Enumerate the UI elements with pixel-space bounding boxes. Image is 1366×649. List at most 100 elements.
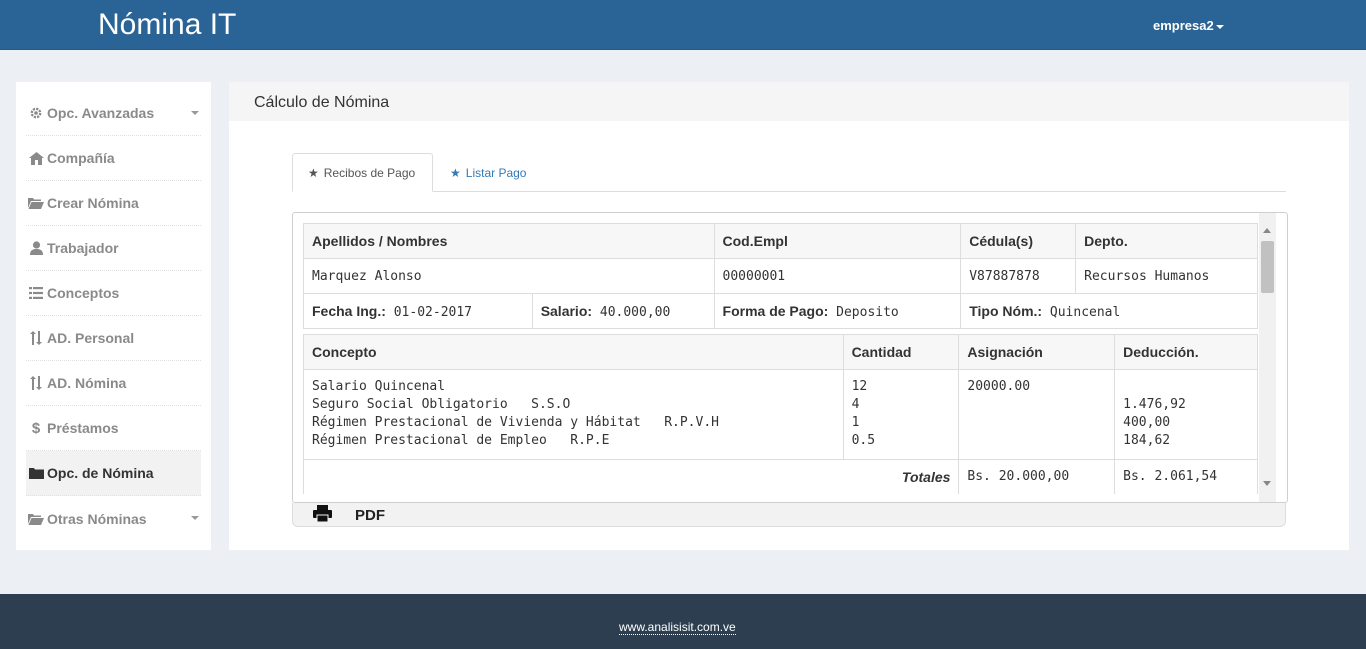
scroll-up-icon[interactable]: [1263, 228, 1271, 233]
user-name: empresa2: [1153, 18, 1214, 33]
main-panel: Cálculo de Nómina ★ Recibos de Pago ★ Li…: [229, 82, 1349, 550]
star-icon: ★: [450, 165, 461, 180]
dollar-icon: $: [31, 419, 41, 437]
deduccion-list: 1.476,92 400,00 184,62: [1114, 369, 1258, 460]
header-id: Cédula(s): [960, 223, 1077, 259]
totals-row: Totales Bs. 20.000,00 Bs. 2.061,54: [302, 459, 1258, 494]
header-cantidad: Cantidad: [842, 334, 960, 370]
sidebar-item-opc-avanzadas[interactable]: Opc. Avanzadas: [26, 91, 201, 136]
sidebar-item-opc-de-nomina[interactable]: Opc. de Nómina: [26, 451, 201, 496]
total-deduccion: Bs. 2.061,54: [1114, 459, 1258, 494]
scrollbar[interactable]: [1259, 213, 1276, 502]
footer-link[interactable]: www.analisisit.com.ve: [619, 620, 736, 635]
sort-icon: [27, 330, 45, 346]
list-icon: [27, 285, 45, 301]
list-item: 1.476,92: [1123, 397, 1186, 412]
header-dept: Depto.: [1075, 223, 1258, 259]
sidebar-item-compania[interactable]: Compañía: [26, 136, 201, 181]
salario: Salario: 40.000,00: [531, 293, 715, 329]
list-item: 4: [851, 397, 860, 412]
employee-id: V87887878: [960, 258, 1077, 294]
tab-label: Recibos de Pago: [323, 165, 416, 180]
scroll-thumb[interactable]: [1261, 241, 1274, 293]
list-item: 184,62: [1123, 433, 1171, 448]
list-item: 12: [851, 379, 868, 394]
tab-recibos-de-pago[interactable]: ★ Recibos de Pago: [292, 153, 433, 192]
header-deduccion: Deducción.: [1114, 334, 1258, 370]
receipt-toolbar: PDF: [292, 503, 1286, 527]
list-item: 400,00: [1123, 415, 1171, 430]
list-item: [967, 396, 1106, 414]
sidebar-item-label: Opc. Avanzadas: [47, 105, 155, 121]
chevron-down-icon: [191, 516, 199, 520]
sidebar-item-label: AD. Personal: [47, 330, 135, 346]
sidebar-item-ad-personal[interactable]: AD. Personal: [26, 316, 201, 361]
folder-open-icon: [27, 195, 45, 211]
asignacion-list: 20000.00: [958, 369, 1116, 460]
sidebar-item-conceptos[interactable]: Conceptos: [26, 271, 201, 316]
list-item: 0.5: [851, 433, 876, 448]
list-item: Régimen Prestacional de Empleo R.P.E: [312, 433, 610, 448]
user-icon: [27, 240, 45, 256]
total-asignacion: Bs. 20.000,00: [958, 459, 1116, 494]
totales-label: Totales: [302, 459, 960, 494]
sidebar-item-prestamos[interactable]: $ Préstamos: [26, 406, 201, 451]
tab-listar-pago[interactable]: ★ Listar Pago: [435, 153, 541, 192]
sort-icon: [27, 375, 45, 391]
pdf-button[interactable]: PDF: [355, 507, 385, 524]
star-icon: ★: [308, 165, 319, 180]
employee-name: Marquez Alonso: [303, 258, 715, 294]
sidebar-item-label: Préstamos: [47, 420, 119, 436]
page-title: Cálculo de Nómina: [229, 82, 1349, 121]
concepts-table: Concepto Cantidad Asignación Deducción. …: [302, 334, 1258, 494]
sidebar-item-label: Opc. de Nómina: [47, 465, 154, 481]
print-icon[interactable]: [313, 505, 332, 527]
employee-table: Apellidos / Nombres Cod.Empl Cédula(s) D…: [303, 223, 1258, 329]
header-code: Cod.Empl: [713, 223, 962, 259]
header-asignacion: Asignación: [958, 334, 1116, 370]
sidebar-item-label: Conceptos: [47, 285, 120, 301]
tab-bar: ★ Recibos de Pago ★ Listar Pago: [292, 153, 1286, 192]
header-name: Apellidos / Nombres: [303, 223, 715, 259]
table-row: Salario Quincenal Seguro Social Obligato…: [303, 369, 1258, 460]
sidebar-item-label: Compañía: [47, 150, 115, 166]
concept-list: Salario Quincenal Seguro Social Obligato…: [303, 369, 844, 460]
employee-dept: Recursos Humanos: [1075, 258, 1258, 294]
employee-code: 00000001: [713, 258, 962, 294]
sidebar: Opc. Avanzadas Compañía Crear Nómina Tra…: [16, 82, 211, 550]
list-item: 1: [851, 415, 860, 430]
sidebar-item-label: Otras Nóminas: [47, 510, 147, 527]
sidebar-item-trabajador[interactable]: Trabajador: [26, 226, 201, 271]
folder-icon: [27, 465, 45, 481]
sidebar-item-label: Trabajador: [47, 240, 119, 256]
tab-label: Listar Pago: [465, 165, 527, 180]
brand-title[interactable]: Nómina IT: [98, 8, 236, 42]
list-item: Salario Quincenal: [312, 379, 446, 394]
cantidad-list: 12 4 1 0.5: [842, 369, 960, 460]
sidebar-item-label: Crear Nómina: [47, 195, 139, 211]
chevron-down-icon: [191, 111, 199, 115]
sidebar-item-ad-nomina[interactable]: AD. Nómina: [26, 361, 201, 406]
fecha-ingreso: Fecha Ing.: 01-02-2017: [303, 293, 533, 329]
tipo-nomina: Tipo Nóm.: Quincenal: [960, 293, 1258, 329]
sidebar-item-label: AD. Nómina: [47, 375, 127, 391]
list-item: 20000.00: [967, 379, 1031, 394]
folder-open-icon: [27, 511, 45, 527]
sidebar-item-crear-nomina[interactable]: Crear Nómina: [26, 181, 201, 226]
list-item: Régimen Prestacional de Vivienda y Hábit…: [312, 415, 719, 430]
sidebar-item-otras-nominas[interactable]: Otras Nóminas: [26, 496, 201, 541]
list-item: [1123, 378, 1249, 396]
payment-receipt[interactable]: Apellidos / Nombres Cod.Empl Cédula(s) D…: [292, 212, 1288, 503]
list-item: Seguro Social Obligatorio S.S.O: [312, 397, 571, 412]
user-menu[interactable]: empresa2: [1153, 18, 1224, 33]
footer: www.analisisit.com.ve: [0, 594, 1366, 649]
top-navbar: Nómina IT empresa2: [0, 0, 1366, 50]
header-concepto: Concepto: [303, 334, 844, 370]
list-item: [967, 414, 1106, 432]
gear-icon: [27, 105, 45, 121]
list-item: [967, 432, 1106, 450]
forma-de-pago: Forma de Pago: Deposito: [713, 293, 962, 329]
home-icon: [27, 150, 45, 166]
scroll-down-icon[interactable]: [1263, 481, 1271, 486]
caret-down-icon: [1215, 24, 1224, 29]
